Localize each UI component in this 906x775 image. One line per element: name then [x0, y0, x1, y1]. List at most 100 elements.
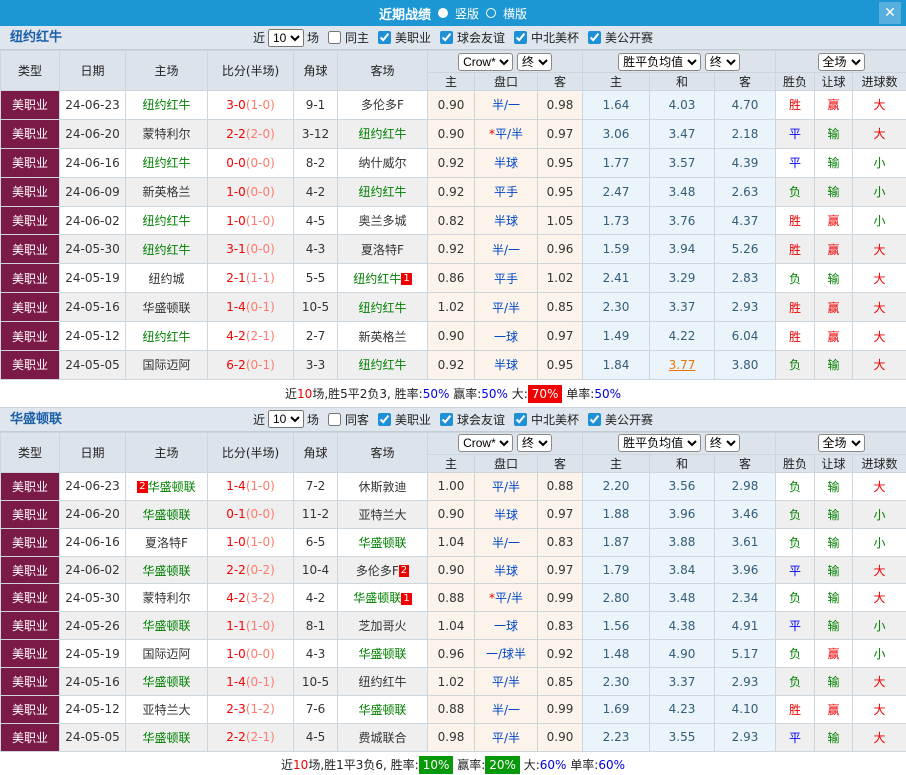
handicap-result-cell-value: 赢 [828, 243, 840, 257]
match-count-select[interactable]: 10 [268, 410, 304, 428]
match-row: 美职业24-05-16华盛顿联1-4(0-1)10-5纽约红牛1.02平/半0.… [1, 293, 906, 322]
home-odds-cell: 1.04 [428, 528, 475, 556]
handicap-result-cell-value: 赢 [828, 330, 840, 344]
avg-odds-select[interactable]: 胜平负均值 [618, 53, 701, 71]
scope-select[interactable]: 全场 [818, 53, 865, 71]
same-home-checkbox[interactable] [328, 31, 341, 44]
league-friendly-checkbox[interactable] [440, 413, 453, 426]
vertical-layout-label: 竖版 [455, 5, 479, 22]
home-team-cell: 国际迈阿 [126, 640, 208, 668]
col-away: 客场 [338, 432, 428, 472]
handicap-cell: 半球 [475, 500, 538, 528]
corner-cell: 4-5 [294, 723, 338, 751]
score-cell: 1-4(1-0) [208, 472, 294, 500]
close-icon[interactable]: ✕ [879, 2, 901, 24]
result-cell: 平 [776, 119, 815, 148]
handicap-cell: 一/球半 [475, 640, 538, 668]
avg-home-odds-cell: 2.30 [583, 293, 650, 322]
handicap-cell: *平/半 [475, 584, 538, 612]
match-count-select[interactable]: 10 [268, 29, 304, 47]
handicap-result-cell-value: 输 [828, 536, 840, 550]
away-odds-cell: 0.85 [538, 668, 583, 696]
halftime-score: (3-2) [246, 591, 275, 605]
home-team-cell: 华盛顿联 [126, 668, 208, 696]
goals-result-cell: 大 [853, 696, 906, 724]
handicap-cell: 半/一 [475, 91, 538, 120]
odds-stage-select[interactable]: 终 [517, 53, 552, 71]
league-usopen-checkbox[interactable] [588, 31, 601, 44]
goals-result-cell-value: 大 [874, 330, 886, 344]
handicap-cell: 半球 [475, 351, 538, 380]
vertical-layout-radio[interactable] [438, 8, 448, 18]
corner-cell: 10-5 [294, 293, 338, 322]
league-usopen-checkbox[interactable] [588, 413, 601, 426]
handicap-result-cell-value: 输 [828, 127, 840, 141]
result-cell-value: 平 [789, 127, 801, 141]
horizontal-layout-radio[interactable] [486, 8, 496, 18]
result-cell-value: 平 [789, 156, 801, 170]
match-row: 美职业24-05-16华盛顿联1-4(0-1)10-5纽约红牛1.02平/半0.… [1, 668, 906, 696]
sub-handicap-result: 让球 [815, 454, 853, 472]
result-cell: 负 [776, 177, 815, 206]
away-team-cell: 华盛顿联1 [338, 584, 428, 612]
summary-text: 单率: [566, 758, 598, 772]
away-odds-cell: 0.99 [538, 584, 583, 612]
same-away-checkbox[interactable] [328, 413, 341, 426]
sub-avg-home: 主 [583, 73, 650, 91]
avg-away-odds-cell: 4.70 [715, 91, 776, 120]
score-cell: 1-0(0-0) [208, 177, 294, 206]
result-cell: 胜 [776, 696, 815, 724]
handicap-result-cell-value: 赢 [828, 703, 840, 717]
match-row: 美职业24-06-20蒙特利尔2-2(2-0)3-12纽约红牛0.90*平/半0… [1, 119, 906, 148]
col-type: 类型 [1, 51, 60, 91]
halftime-score: (0-0) [246, 185, 275, 199]
match-date-cell: 24-06-23 [60, 91, 126, 120]
home-team-cell: 蒙特利尔 [126, 119, 208, 148]
avg-draw-odds-cell: 3.94 [650, 235, 715, 264]
avg-home-odds-cell: 1.87 [583, 528, 650, 556]
league-concacaf-checkbox[interactable] [514, 31, 527, 44]
league-mls-checkbox[interactable] [378, 413, 391, 426]
league-type-cell: 美职业 [1, 119, 60, 148]
away-odds-cell: 0.95 [538, 148, 583, 177]
odds-company-select[interactable]: Crow* [458, 434, 513, 452]
avg-stage-select[interactable]: 终 [705, 53, 740, 71]
fulltime-score: 1-1 [226, 619, 246, 633]
corner-cell: 4-2 [294, 584, 338, 612]
avg-away-odds-cell: 2.98 [715, 472, 776, 500]
team-label: 纽约红牛 [358, 301, 406, 315]
games-label: 场 [307, 411, 319, 428]
summary-text: 大: [520, 758, 540, 772]
yellow-card-count-badge: 2 [399, 565, 409, 577]
league-friendly-checkbox[interactable] [440, 31, 453, 44]
avg-stage-select[interactable]: 终 [705, 434, 740, 452]
odds-company-select[interactable]: Crow* [458, 53, 513, 71]
avg-odds-select[interactable]: 胜平负均值 [618, 434, 701, 452]
avg-home-odds-cell: 2.47 [583, 177, 650, 206]
match-row: 美职业24-06-09新英格兰1-0(0-0)4-2纽约红牛0.92平手0.95… [1, 177, 906, 206]
goals-result-cell-value: 小 [874, 508, 886, 522]
summary-text: 场,胜5平2负3, 胜率: [312, 387, 422, 401]
away-team-cell: 新英格兰 [338, 322, 428, 351]
summary-text: 10 [293, 758, 308, 772]
team-name: 华盛顿联 [10, 408, 62, 432]
team-label: 国际迈阿 [142, 647, 190, 661]
match-row: 美职业24-05-19纽约城2-1(1-1)5-5纽约红牛10.86平手1.02… [1, 264, 906, 293]
odds-stage-select[interactable]: 终 [517, 434, 552, 452]
league-usopen-label: 美公开赛 [605, 29, 653, 46]
score-cell: 1-4(0-1) [208, 293, 294, 322]
result-cell: 胜 [776, 293, 815, 322]
league-mls-checkbox[interactable] [378, 31, 391, 44]
avg-home-odds-cell: 1.59 [583, 235, 650, 264]
league-concacaf-checkbox[interactable] [514, 413, 527, 426]
home-odds-cell: 1.00 [428, 472, 475, 500]
away-team-cell: 夏洛特F [338, 235, 428, 264]
scope-select[interactable]: 全场 [818, 434, 865, 452]
home-odds-cell: 0.90 [428, 500, 475, 528]
team-label: 华盛顿联 [142, 731, 190, 745]
summary-text: 50% [594, 387, 621, 401]
handicap-result-cell: 输 [815, 668, 853, 696]
match-row: 美职业24-05-26华盛顿联1-1(1-0)8-1芝加哥火1.04一球0.83… [1, 612, 906, 640]
goals-result-cell-value: 小 [874, 185, 886, 199]
handicap-result-cell: 输 [815, 351, 853, 380]
